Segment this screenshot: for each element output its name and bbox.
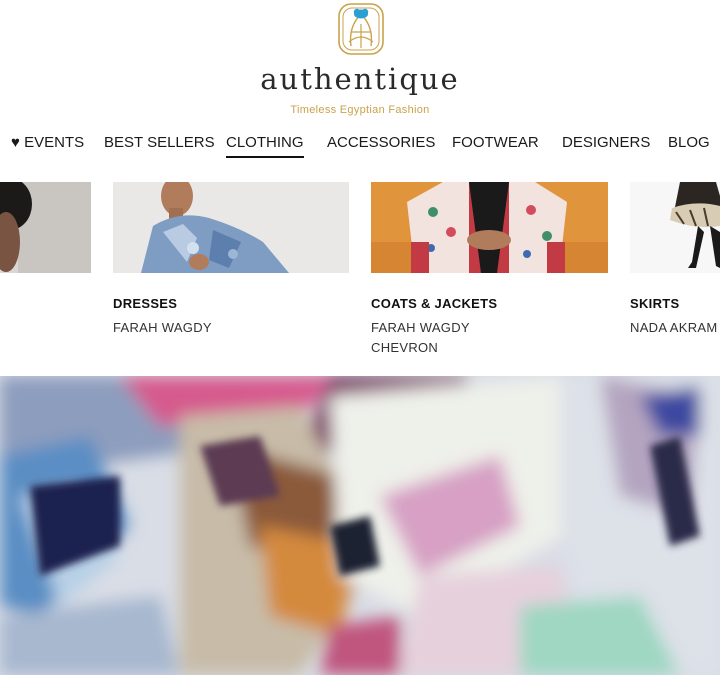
designer-link-chevron[interactable]: CHEVRON xyxy=(371,340,438,355)
nav-item-designers[interactable]: DESIGNERS xyxy=(562,134,650,151)
nav-item-clothing[interactable]: CLOTHING xyxy=(226,134,304,158)
category-title-coats-jackets[interactable]: COATS & JACKETS xyxy=(371,296,497,311)
hero-banner[interactable] xyxy=(0,376,720,675)
main-nav: ♥ EVENTS BEST SELLERS CLOTHING ACCESSORI… xyxy=(0,134,720,158)
category-title-dresses[interactable]: DRESSES xyxy=(113,296,177,311)
hero-fabric-image xyxy=(0,376,720,675)
nav-item-blog[interactable]: BLOG xyxy=(668,134,710,151)
category-image-previous[interactable] xyxy=(0,182,91,273)
category-image-skirts[interactable] xyxy=(630,182,720,273)
nav-item-best-sellers[interactable]: BEST SELLERS xyxy=(104,134,215,151)
designer-link-farah-wagdy-dresses[interactable]: FARAH WAGDY xyxy=(113,320,212,335)
category-title-skirts[interactable]: SKIRTS xyxy=(630,296,679,311)
brand-tagline: Timeless Egyptian Fashion xyxy=(290,104,430,116)
category-image-dresses[interactable] xyxy=(113,182,349,273)
brand-name[interactable]: authentique xyxy=(0,62,720,96)
nav-item-footwear[interactable]: FOOTWEAR xyxy=(452,134,539,151)
brand-logo-icon[interactable] xyxy=(337,2,385,56)
designer-link-farah-wagdy-coats[interactable]: FARAH WAGDY xyxy=(371,320,470,335)
designer-link-nada-akram[interactable]: NADA AKRAM xyxy=(630,320,718,335)
nav-item-accessories[interactable]: ACCESSORIES xyxy=(327,134,435,151)
category-image-coats-jackets[interactable] xyxy=(371,182,608,273)
nav-item-events[interactable]: ♥ EVENTS xyxy=(11,134,84,151)
clothing-mega-menu: DRESSES FARAH WAGDY COATS & JACKETS FARA… xyxy=(0,162,720,376)
site-header: authentique Timeless Egyptian Fashion ♥ … xyxy=(0,0,720,162)
